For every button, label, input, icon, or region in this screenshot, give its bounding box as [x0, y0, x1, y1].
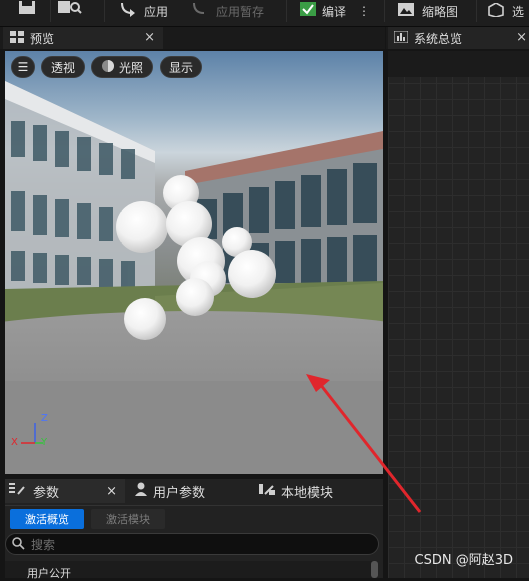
- annotation-arrow: [306, 374, 422, 513]
- watermark: CSDN @阿赵3D: [414, 553, 513, 568]
